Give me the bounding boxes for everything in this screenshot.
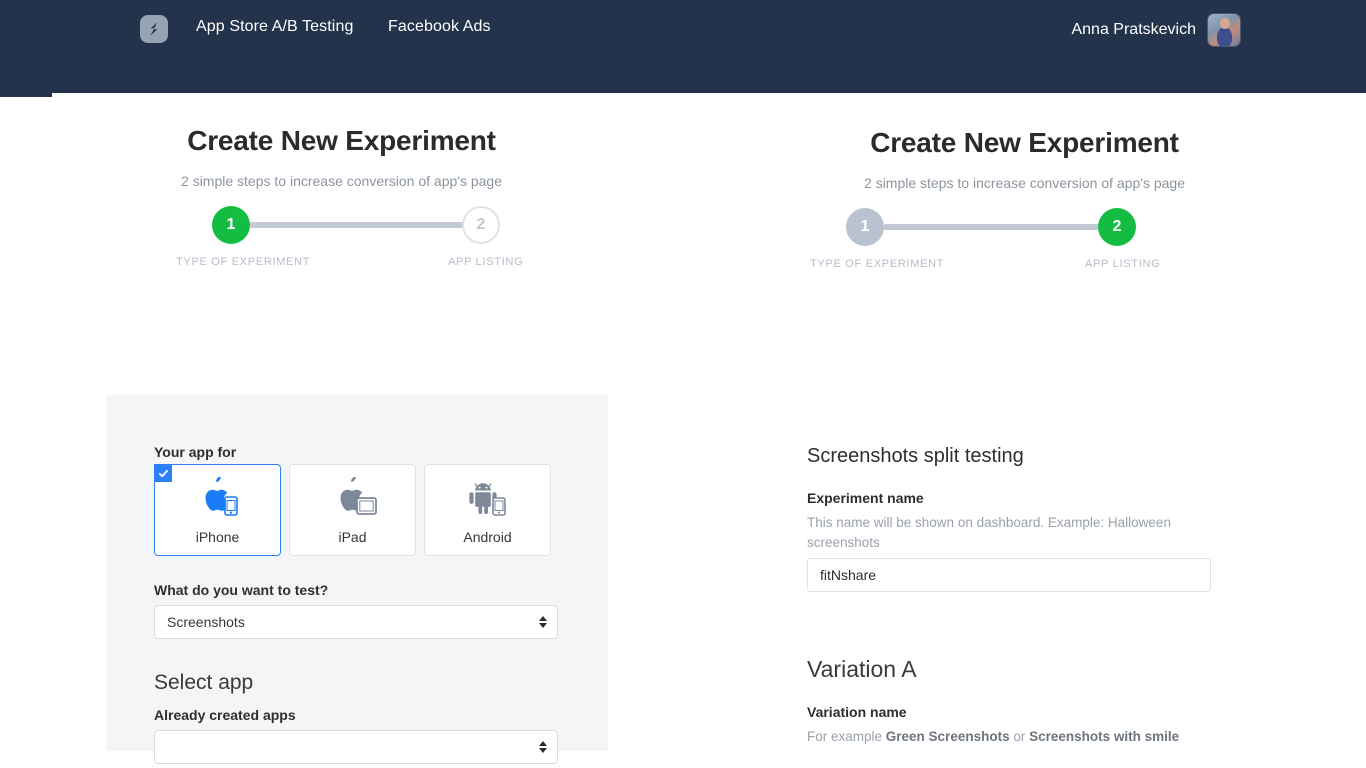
stepper-label-1: TYPE OF EXPERIMENT <box>176 256 311 268</box>
page-title: Create New Experiment <box>870 127 1179 158</box>
experiment-name-field[interactable]: fitNshare <box>807 558 1211 592</box>
chevron-updown-icon <box>539 616 547 628</box>
test-type-select-value: Screenshots <box>167 614 245 630</box>
nav-link-facebook-ads[interactable]: Facebook Ads <box>388 18 491 36</box>
what-to-test-label: What do you want to test? <box>154 582 329 598</box>
stepper-connector <box>249 222 481 228</box>
right-panel: Create New Experiment 2 simple steps to … <box>683 93 1366 768</box>
your-app-for-label: Your app for <box>154 444 237 460</box>
variation-help-mid: or <box>1009 729 1030 744</box>
device-label-ipad: iPad <box>338 529 367 545</box>
user-name: Anna Pratskevich <box>1071 21 1196 38</box>
variation-help-example-1: Green Screenshots <box>885 729 1010 744</box>
device-option-iphone[interactable]: iPhone <box>154 464 281 556</box>
stepper-dot-2[interactable]: 2 <box>462 206 500 244</box>
stepper: 1 2 TYPE OF EXPERIMENT APP LISTING <box>683 208 1366 288</box>
device-option-android[interactable]: Android <box>424 464 551 556</box>
stepper-dot-1[interactable]: 1 <box>212 206 250 244</box>
device-label-iphone: iPhone <box>195 529 240 545</box>
variation-name-help: For example Green Screenshots or Screens… <box>807 727 1227 747</box>
user-menu[interactable]: Anna Pratskevich <box>1071 14 1240 46</box>
nav-inner: App Store A/B Testing Facebook Ads Anna … <box>0 0 1366 58</box>
variation-name-label: Variation name <box>807 704 907 720</box>
stepper: 1 2 TYPE OF EXPERIMENT APP LISTING <box>0 206 683 286</box>
stepper-label-1: TYPE OF EXPERIMENT <box>810 258 945 270</box>
experiment-name-value: fitNshare <box>820 567 877 583</box>
variation-help-example-2: Screenshots with smile <box>1029 729 1180 744</box>
stepper-label-2: APP LISTING <box>1085 258 1161 270</box>
select-app-heading: Select app <box>154 671 254 694</box>
experiment-name-help: This name will be shown on dashboard. Ex… <box>807 515 1171 550</box>
android-icon <box>425 477 550 519</box>
experiment-name-label: Experiment name <box>807 490 924 506</box>
avatar[interactable] <box>1208 14 1240 46</box>
split-testing-heading: Screenshots split testing <box>807 445 1024 467</box>
stepper-connector <box>883 224 1118 230</box>
test-type-select[interactable]: Screenshots <box>154 605 558 639</box>
variation-a-heading: Variation A <box>807 656 917 682</box>
nav-link-app-store-ab-testing[interactable]: App Store A/B Testing <box>196 18 353 36</box>
device-label-android: Android <box>463 529 512 545</box>
page-subtitle: 2 simple steps to increase conversion of… <box>181 173 502 189</box>
already-created-apps-label: Already created apps <box>154 707 296 723</box>
page-title: Create New Experiment <box>187 125 496 156</box>
left-panel: Create New Experiment 2 simple steps to … <box>0 93 683 768</box>
stepper-dot-2[interactable]: 2 <box>1098 208 1136 246</box>
apple-ipad-icon <box>290 477 415 519</box>
chevron-updown-icon <box>539 741 547 753</box>
page-subtitle: 2 simple steps to increase conversion of… <box>864 175 1185 191</box>
stepper-label-2: APP LISTING <box>448 256 524 268</box>
device-option-ipad[interactable]: iPad <box>289 464 416 556</box>
already-created-apps-select[interactable] <box>154 730 558 764</box>
top-navigation-bar: App Store A/B Testing Facebook Ads Anna … <box>0 0 1366 93</box>
variation-help-prefix: For example <box>807 729 886 744</box>
lightning-logo-icon[interactable] <box>140 15 168 43</box>
device-selector: iPhone iPad Android <box>154 464 551 556</box>
stepper-dot-1[interactable]: 1 <box>846 208 884 246</box>
apple-iphone-icon <box>155 477 280 519</box>
